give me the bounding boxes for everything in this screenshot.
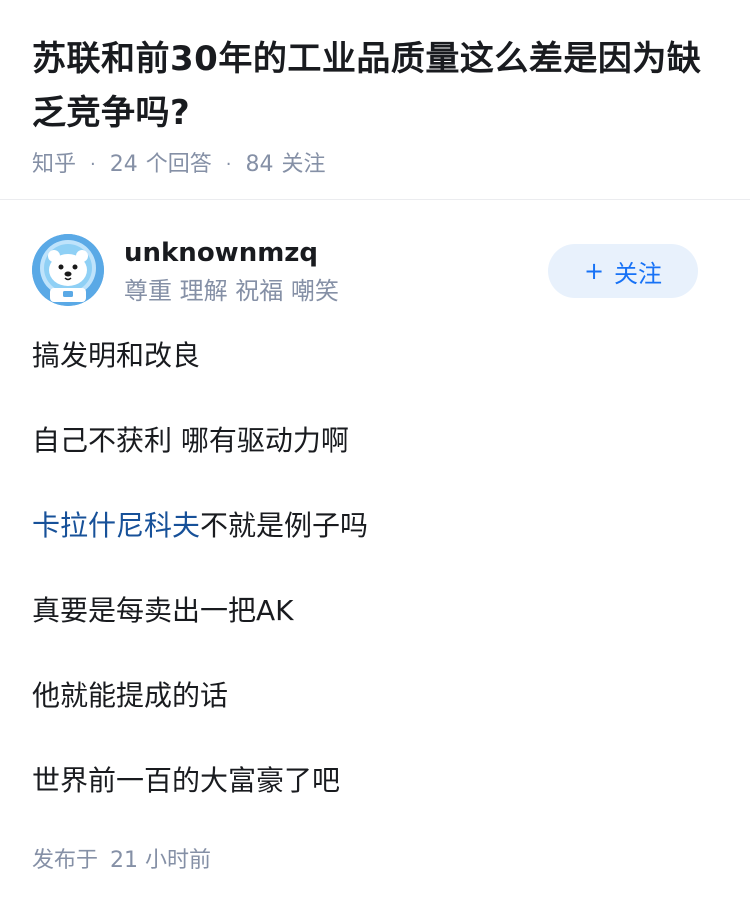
answer-content: 搞发明和改良 自己不获利 哪有驱动力啊 卡拉什尼科夫不就是例子吗 真要是每卖出一… bbox=[32, 336, 718, 801]
answer-paragraph: 搞发明和改良 bbox=[32, 339, 201, 372]
answer-count: 24 bbox=[109, 152, 138, 177]
kalashnikov-link[interactable]: 卡拉什尼科夫 bbox=[32, 509, 200, 542]
answer-paragraph: 自己不获利 哪有驱动力啊 bbox=[32, 424, 349, 457]
question-meta: 知乎 · 24 个回答 · 84 关注 bbox=[32, 148, 718, 182]
separator-dot: · bbox=[90, 154, 96, 175]
answer-paragraph: 卡拉什尼科夫不就是例子吗 bbox=[32, 506, 718, 546]
separator-dot: · bbox=[225, 154, 232, 175]
author-name[interactable]: unknownmzq bbox=[124, 234, 318, 272]
plus-icon: + bbox=[583, 257, 605, 285]
answer-paragraph: 世界前一百的大富豪了吧 bbox=[32, 764, 341, 797]
answer-time[interactable]: 发布于 21 小时前 bbox=[32, 846, 718, 876]
follow-button-label: 关注 bbox=[614, 259, 663, 288]
answer-paragraph: 他就能提成的话 bbox=[32, 679, 229, 712]
source-label[interactable]: 知乎 bbox=[32, 148, 76, 182]
answer-count-label: 个回答 bbox=[145, 152, 212, 177]
polar-bear-astronaut-icon bbox=[32, 234, 104, 306]
answer-paragraph-text: 不就是例子吗 bbox=[200, 509, 369, 542]
avatar[interactable] bbox=[32, 234, 104, 306]
answer-page: 苏联和前30年的工业品质量这么差是因为缺乏竞争吗? 知乎 · 24 个回答 · … bbox=[0, 0, 750, 910]
answer-card: unknownmzq 尊重 理解 祝福 嘲笑 + 关注 搞发明和改良 自己不获利… bbox=[0, 234, 750, 876]
follow-button[interactable]: + 关注 bbox=[548, 244, 698, 298]
author-info: unknownmzq 尊重 理解 祝福 嘲笑 + 关注 bbox=[32, 234, 718, 332]
author-bio: 尊重 理解 祝福 嘲笑 bbox=[124, 277, 339, 305]
answer-paragraph: 真要是每卖出一把AK bbox=[32, 594, 294, 627]
follow-count-label: 关注 bbox=[281, 152, 326, 177]
question-header: 苏联和前30年的工业品质量这么差是因为缺乏竞争吗? 知乎 · 24 个回答 · … bbox=[0, 0, 750, 200]
posted-time: 21 小时前 bbox=[110, 848, 212, 873]
posted-label: 发布于 bbox=[32, 848, 99, 873]
follow-count: 84 bbox=[245, 152, 274, 177]
question-title[interactable]: 苏联和前30年的工业品质量这么差是因为缺乏竞争吗? bbox=[32, 32, 718, 140]
